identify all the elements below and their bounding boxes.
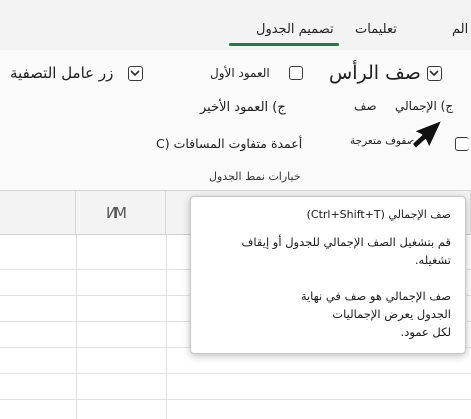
tooltip-line-4: الجدول يعرض الإجماليات	[332, 307, 451, 321]
tab-table-design[interactable]: تصميم الجدول	[256, 22, 334, 37]
tooltip-title: صف الإجمالي (Ctrl+Shift+T)	[306, 208, 451, 221]
header-row-checkbox[interactable]	[427, 66, 442, 81]
header-row-label: صف الرأس	[329, 62, 421, 84]
tooltip-line-1: قم بتشغيل الصف الإجمالي للجدول أو إيقاف	[241, 235, 452, 249]
grid-line	[166, 235, 167, 419]
tooltip-line-2: تشغيله.	[414, 253, 451, 267]
active-tab-indicator	[229, 43, 339, 46]
filter-button-checkbox[interactable]	[128, 66, 143, 81]
banded-columns-label: C) أعمدة متفاوت المسافات	[156, 136, 303, 151]
tooltip-line-5: لكل عمود.	[400, 325, 451, 339]
grid-line	[0, 373, 471, 374]
ribbon-panel: صف الرأس العمود الأول زر عامل التصفية ج)…	[0, 50, 471, 191]
first-column-checkbox[interactable]	[289, 66, 303, 80]
tab-help[interactable]: تعليمات	[355, 22, 397, 37]
filter-button-label: زر عامل التصفية	[10, 64, 114, 82]
tab-partial[interactable]: الم	[452, 22, 468, 37]
first-column-label: العمود الأول	[210, 66, 270, 80]
mouse-pointer-icon	[410, 118, 444, 150]
total-row-label: ج) الإجمالي	[395, 99, 454, 113]
total-row-suffix: صف	[354, 99, 377, 113]
banded-rows-label: صفوف متعرجة	[350, 135, 416, 147]
chevron-down-icon	[130, 70, 140, 77]
tooltip-line-3: صف الإجمالي هو صف في نهاية	[300, 289, 451, 303]
column-header-m-label: M	[114, 204, 127, 222]
column-header-blank	[0, 191, 76, 235]
chevron-down-icon	[429, 70, 439, 77]
ribbon-tab-bar: الم تعليمات تصميم الجدول	[0, 0, 471, 50]
grid-line	[76, 235, 77, 419]
banded-rows-checkbox[interactable]	[455, 137, 469, 151]
total-row-tooltip: صف الإجمالي (Ctrl+Shift+T) قم بتشغيل الص…	[190, 196, 466, 354]
last-column-label: ج) العمود الأخير	[200, 100, 286, 115]
grid-line	[0, 399, 471, 400]
table-style-options-group-label: خيارات نمط الجدول	[209, 170, 301, 183]
